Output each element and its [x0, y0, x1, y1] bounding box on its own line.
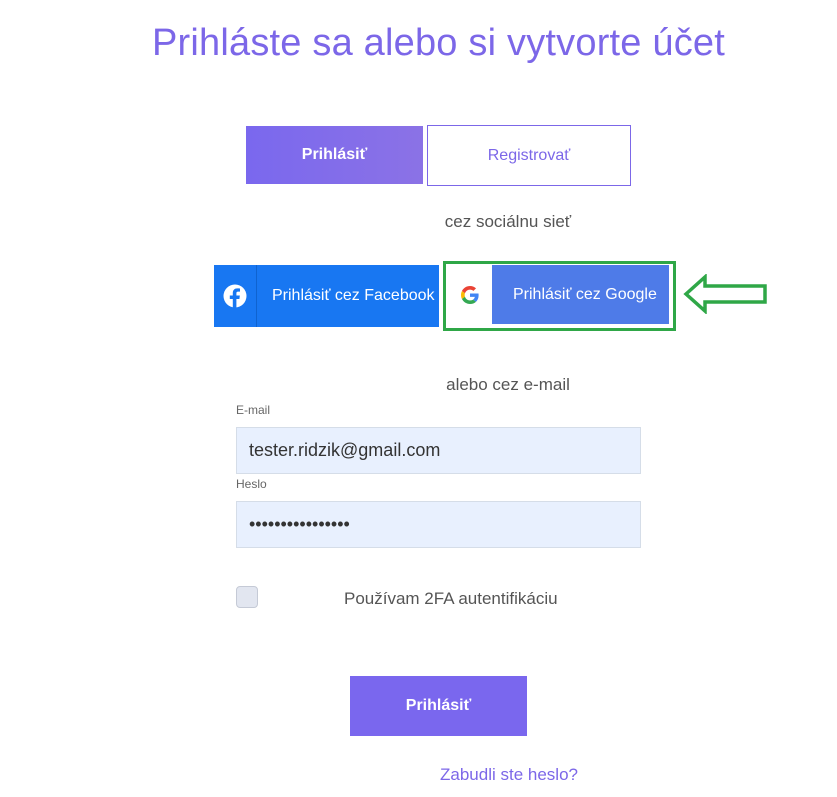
email-field[interactable]: [236, 427, 641, 474]
page-title: Prihláste sa alebo si vytvorte účet: [151, 22, 726, 64]
password-field-label: Heslo: [236, 477, 267, 491]
tab-register[interactable]: Registrovať: [427, 125, 631, 186]
twofa-label: Používam 2FA autentifikáciu: [344, 589, 558, 608]
google-icon-cell: [447, 265, 492, 324]
forgot-password-link[interactable]: Zabudli ste heslo?: [240, 765, 778, 785]
google-login-button[interactable]: Prihlásiť cez Google: [447, 265, 669, 324]
password-field[interactable]: [236, 501, 641, 548]
twofa-checkbox[interactable]: [236, 586, 258, 608]
email-field-label: E-mail: [236, 403, 271, 417]
facebook-icon-cell: [214, 265, 257, 327]
arrow-left-outline-icon: [683, 274, 767, 314]
google-icon: [460, 285, 479, 304]
login-submit-button[interactable]: Prihlásiť: [350, 676, 527, 736]
email-login-label: alebo cez e-mail: [446, 375, 570, 394]
facebook-login-label: Prihlásiť cez Facebook: [272, 287, 435, 304]
facebook-login-button[interactable]: Prihlásiť cez Facebook: [214, 265, 439, 327]
tab-login[interactable]: Prihlásiť: [246, 126, 423, 184]
google-login-label: Prihlásiť cez Google: [513, 285, 657, 303]
facebook-icon: [223, 284, 247, 308]
social-login-label: cez sociálnu sieť: [444, 212, 572, 231]
